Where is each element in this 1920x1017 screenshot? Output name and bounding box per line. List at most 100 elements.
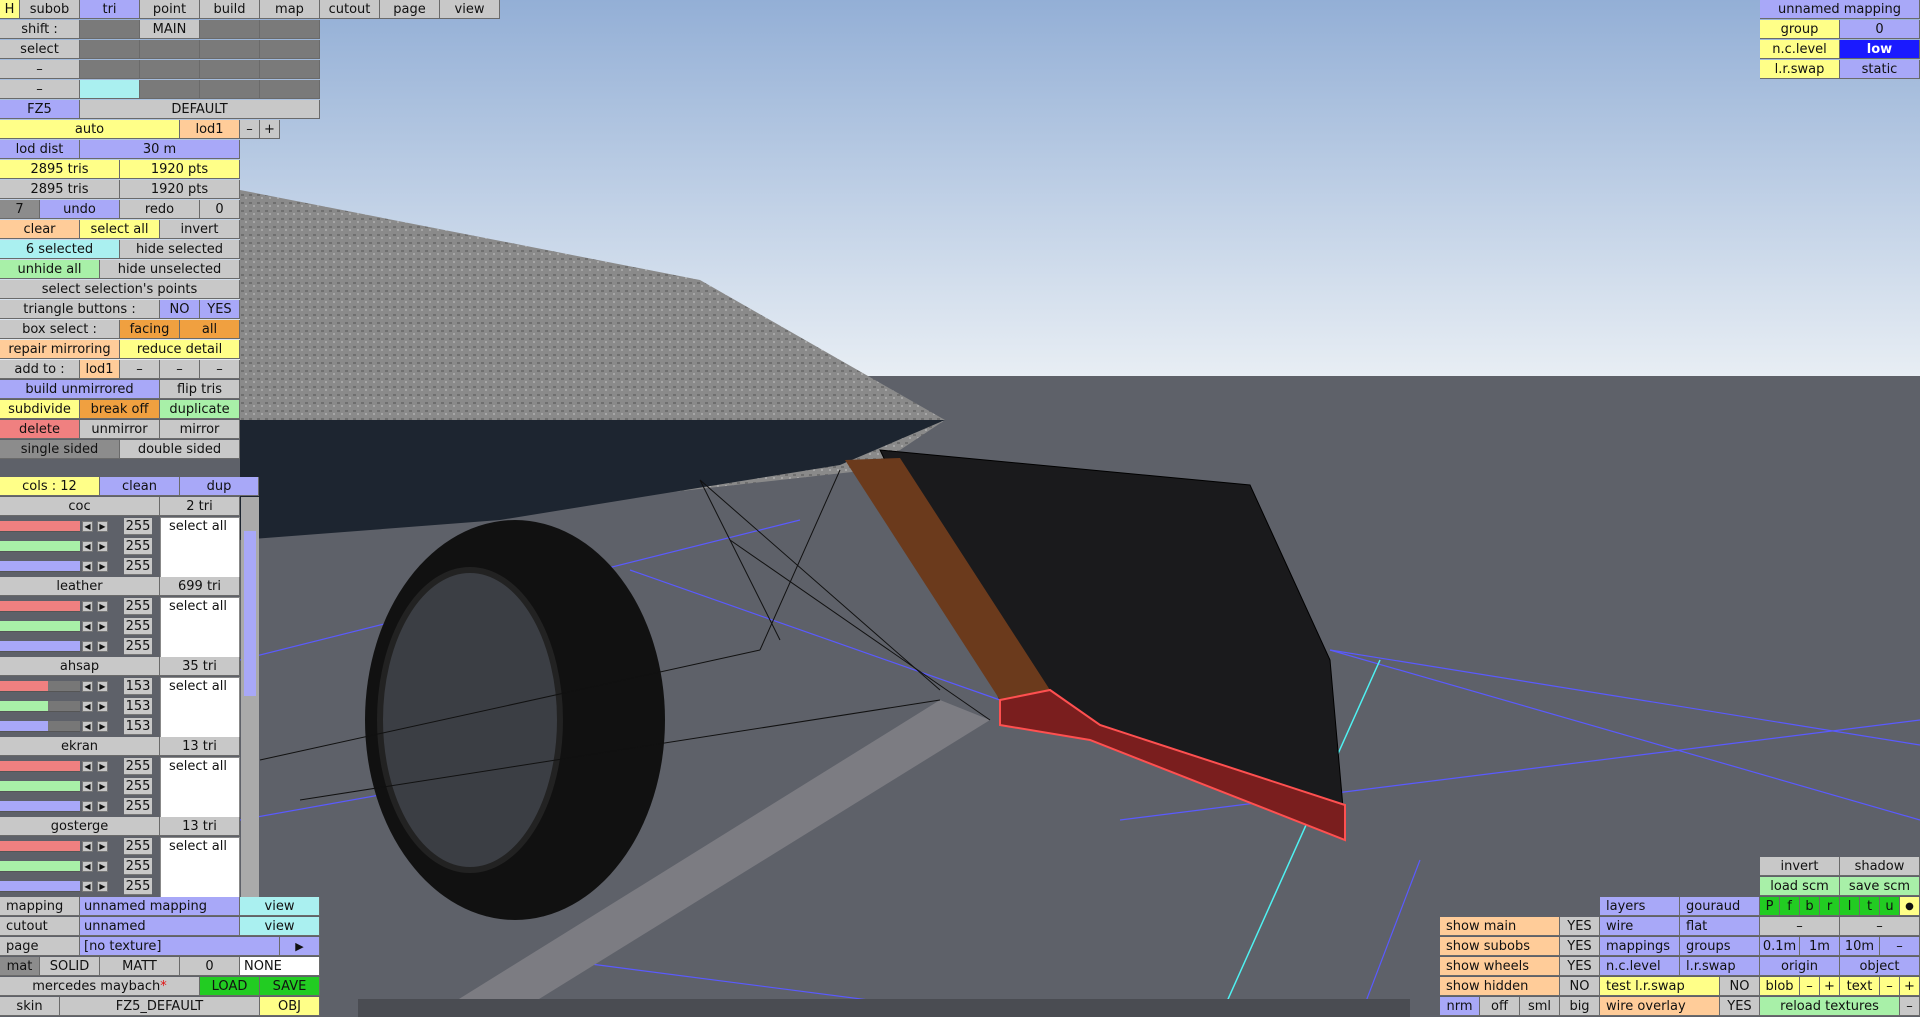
color-slider[interactable] [0, 521, 80, 532]
matt-button[interactable]: MATT [100, 957, 180, 976]
nclevel-button[interactable]: n.c.level [1600, 957, 1680, 976]
color-value[interactable]: 255 [124, 838, 152, 855]
color-select-box[interactable]: select all [160, 837, 240, 906]
arrow-left-icon[interactable]: ◀ [82, 561, 93, 572]
color-slider[interactable] [0, 541, 80, 552]
wire-button[interactable]: wire [1600, 917, 1680, 936]
break-off-button[interactable]: break off [80, 400, 160, 419]
view-t-button[interactable]: t [1860, 897, 1880, 916]
color-value[interactable]: 255 [124, 538, 152, 555]
grid-minus-button[interactable]: – [1880, 937, 1920, 956]
single-sided-button[interactable]: single sided [0, 440, 120, 459]
mirror-button[interactable]: mirror [160, 420, 240, 439]
unhide-all-button[interactable]: unhide all [0, 260, 100, 279]
triangle-buttons-yes[interactable]: YES [200, 300, 240, 319]
color-value[interactable]: 255 [124, 858, 152, 875]
color-slider[interactable] [0, 681, 80, 692]
lod1-button[interactable]: lod1 [180, 120, 240, 139]
colors-scroll-thumb[interactable] [244, 531, 256, 696]
skin-value[interactable]: FZ5_DEFAULT [60, 997, 260, 1016]
slot[interactable] [80, 60, 140, 79]
arrow-left-icon[interactable]: ◀ [82, 601, 93, 612]
invert-button[interactable]: invert [160, 220, 240, 239]
subdivide-button[interactable]: subdivide [0, 400, 80, 419]
color-slider[interactable] [0, 861, 80, 872]
page-play-icon[interactable]: ▶ [280, 937, 320, 956]
view-u-button[interactable]: u [1880, 897, 1900, 916]
color-select-box[interactable]: select all [160, 597, 240, 666]
obj-button[interactable]: OBJ [260, 997, 320, 1016]
nrm-button[interactable]: nrm [1440, 997, 1480, 1016]
tab-point[interactable]: point [140, 0, 200, 19]
color-value[interactable]: 153 [124, 698, 152, 715]
arrow-left-icon[interactable]: ◀ [82, 541, 93, 552]
color-value[interactable]: 153 [124, 678, 152, 695]
slot[interactable] [260, 60, 320, 79]
color-slider[interactable] [0, 721, 80, 732]
origin-button[interactable]: origin [1760, 957, 1840, 976]
save-button[interactable]: SAVE [260, 977, 320, 996]
color-slider[interactable] [0, 781, 80, 792]
show-hidden-toggle[interactable]: NO [1560, 977, 1600, 996]
arrow-left-icon[interactable]: ◀ [82, 781, 93, 792]
mapping-view-button[interactable]: view [240, 897, 320, 916]
gouraud-button[interactable]: gouraud [1680, 897, 1760, 916]
main-button[interactable]: MAIN [140, 20, 200, 39]
arrow-right-icon[interactable]: ▶ [97, 841, 108, 852]
reload-minus-button[interactable]: – [1900, 997, 1920, 1016]
lrswap-value[interactable]: static [1840, 60, 1920, 79]
arrow-left-icon[interactable]: ◀ [82, 861, 93, 872]
test-lrswap-toggle[interactable]: NO [1720, 977, 1760, 996]
color-slider[interactable] [0, 621, 80, 632]
clean-button[interactable]: clean [100, 477, 180, 496]
view-dot-icon[interactable]: ● [1900, 897, 1920, 916]
color-select-all[interactable]: select all [161, 758, 239, 776]
invert-view-button[interactable]: invert [1760, 857, 1840, 876]
sml-button[interactable]: sml [1520, 997, 1560, 1016]
tab-h[interactable]: H [0, 0, 20, 19]
arrow-right-icon[interactable]: ▶ [97, 861, 108, 872]
cutout-view-button[interactable]: view [240, 917, 320, 936]
color-select-all[interactable]: select all [161, 678, 239, 696]
box-select-all[interactable]: all [180, 320, 240, 339]
color-value[interactable]: 255 [124, 798, 152, 815]
layers-button[interactable]: layers [1600, 897, 1680, 916]
arrow-right-icon[interactable]: ▶ [97, 601, 108, 612]
add-to-slot[interactable]: – [160, 360, 200, 379]
slot[interactable] [140, 80, 200, 99]
color-value[interactable]: 255 [124, 758, 152, 775]
slot-active[interactable] [80, 80, 140, 99]
groups-button[interactable]: groups [1680, 937, 1760, 956]
shift-slot[interactable] [80, 20, 140, 39]
viewport-3d[interactable] [0, 0, 1920, 1017]
shift-slot[interactable] [260, 20, 320, 39]
view-b-button[interactable]: b [1800, 897, 1820, 916]
tab-cutout[interactable]: cutout [320, 0, 380, 19]
hide-unselected-button[interactable]: hide unselected [100, 260, 240, 279]
arrow-right-icon[interactable]: ▶ [97, 521, 108, 532]
view-p-button[interactable]: P [1760, 897, 1780, 916]
auto-button[interactable]: auto [0, 120, 180, 139]
color-select-all[interactable]: select all [161, 598, 239, 616]
arrow-right-icon[interactable]: ▶ [97, 721, 108, 732]
slot[interactable] [200, 60, 260, 79]
dup-button[interactable]: dup [180, 477, 259, 496]
arrow-left-icon[interactable]: ◀ [82, 841, 93, 852]
mappings-button[interactable]: mappings [1600, 937, 1680, 956]
slot[interactable] [260, 80, 320, 99]
select-slot[interactable] [260, 40, 320, 59]
double-sided-button[interactable]: double sided [120, 440, 240, 459]
grid-01m-button[interactable]: 0.1m [1760, 937, 1800, 956]
arrow-left-icon[interactable]: ◀ [82, 761, 93, 772]
select-all-button[interactable]: select all [80, 220, 160, 239]
arrow-right-icon[interactable]: ▶ [97, 561, 108, 572]
colors-scrollbar[interactable] [241, 497, 259, 897]
add-to-slot[interactable]: – [120, 360, 160, 379]
color-value[interactable]: 255 [124, 598, 152, 615]
color-value[interactable]: 255 [124, 518, 152, 535]
view-minus-button[interactable]: – [1840, 917, 1920, 936]
tab-tri[interactable]: tri [80, 0, 140, 19]
reduce-detail-button[interactable]: reduce detail [120, 340, 240, 359]
mapping-value[interactable]: unnamed mapping [80, 897, 240, 916]
clear-button[interactable]: clear [0, 220, 80, 239]
